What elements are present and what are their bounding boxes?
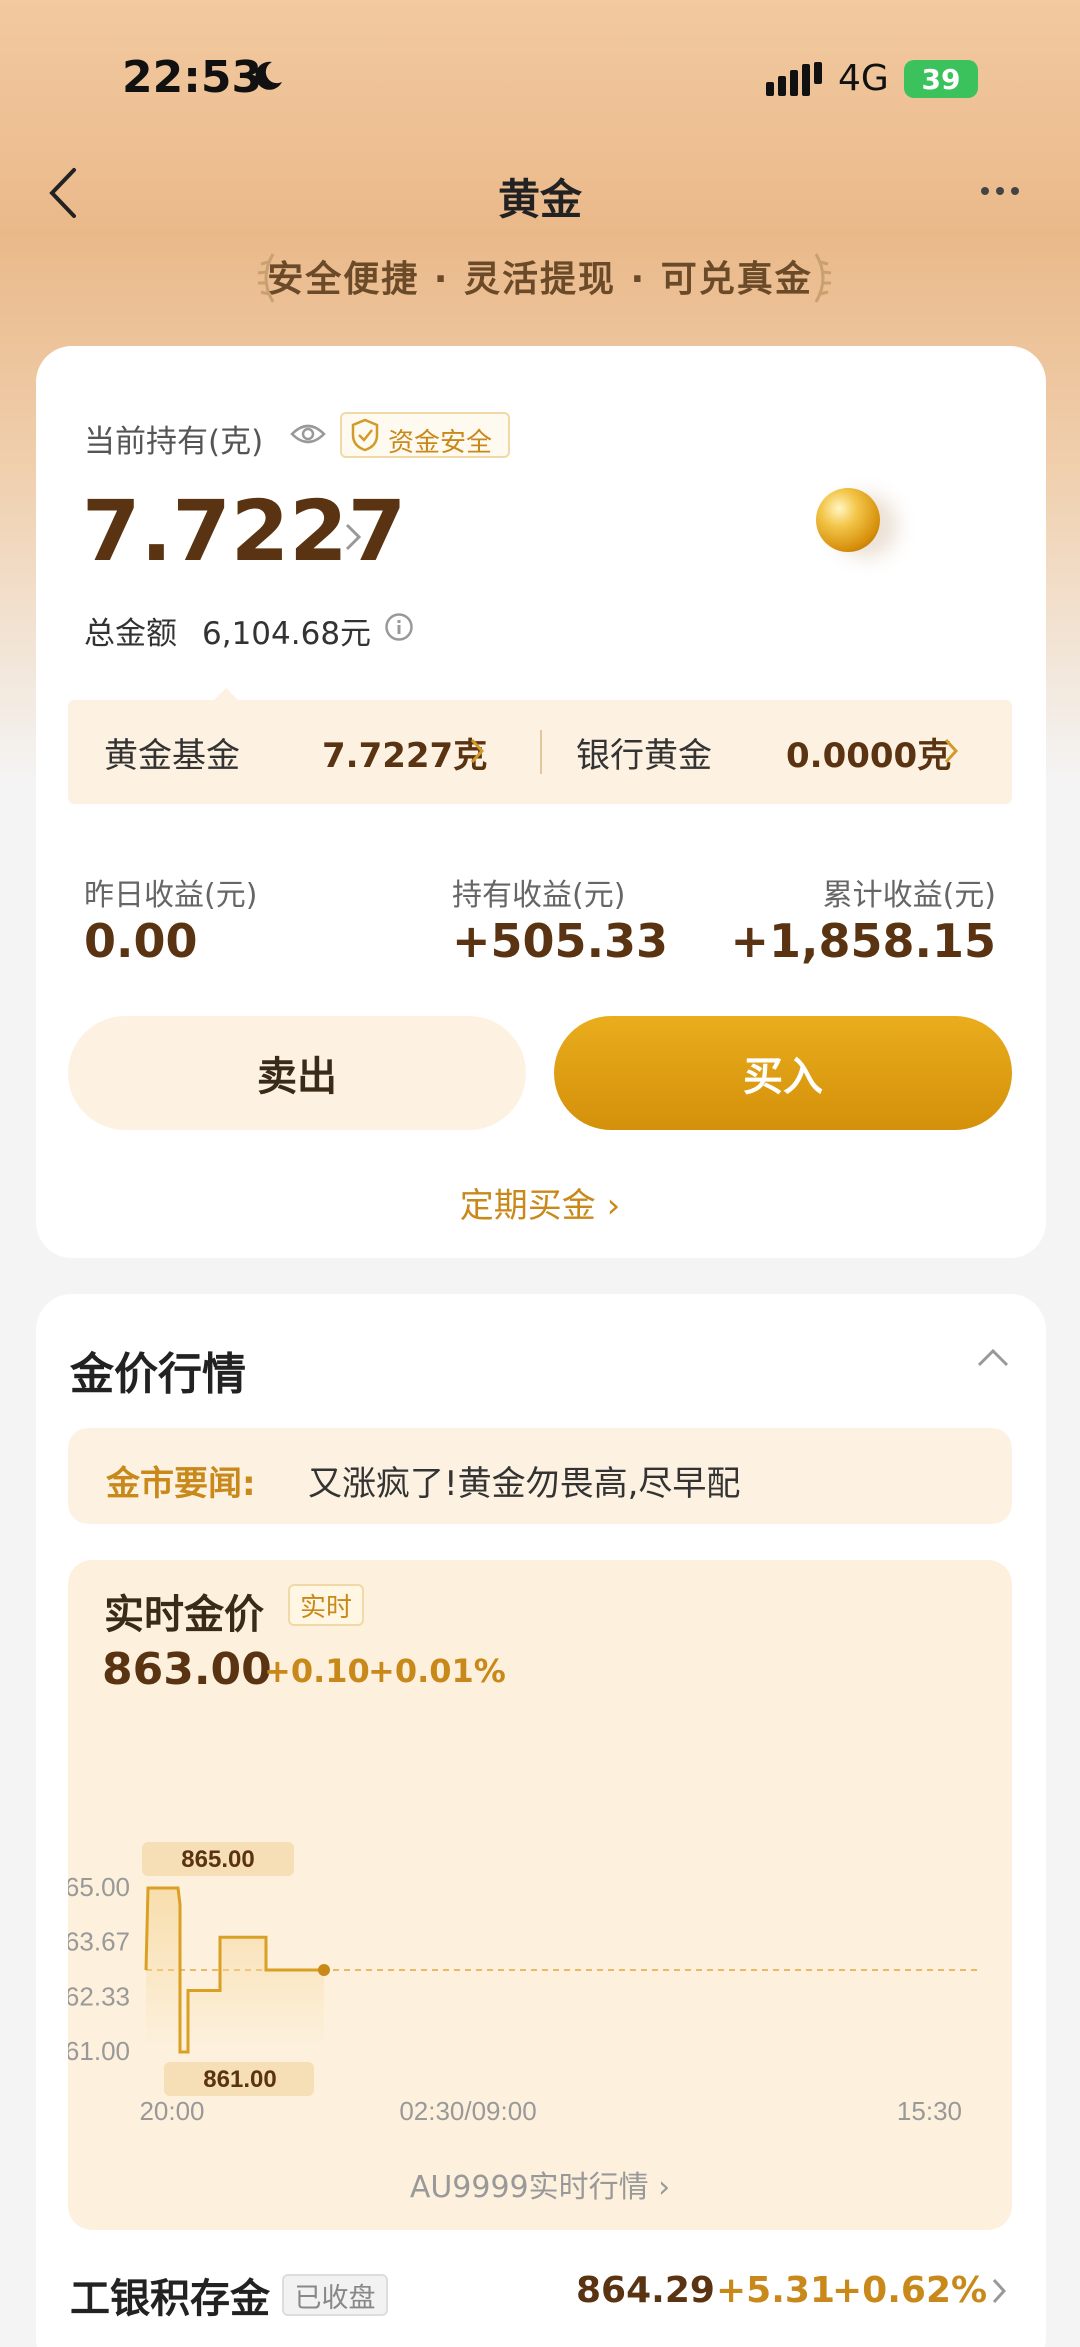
news-label: 金市要闻: xyxy=(106,1464,256,1504)
network-type: 4G xyxy=(838,58,889,99)
battery-icon: 39 xyxy=(904,60,978,98)
holding-label: 当前持有(克) xyxy=(84,424,264,460)
price-chart: 865.00 863.67 862.33 861.00 20:00 02:30/09:00… xyxy=(68,1842,980,2126)
battery-level: 39 xyxy=(921,62,961,96)
y-tick-label: 862.33 xyxy=(68,1981,130,2011)
chevron-right-icon[interactable] xyxy=(344,522,362,552)
laurel-right-icon xyxy=(814,253,832,303)
slogan: 安全便捷 · 灵活提现 · 可兑真金 xyxy=(267,259,813,300)
realtime-badge: 实时 xyxy=(288,1584,364,1626)
realtime-change: +0.10 xyxy=(264,1652,370,1690)
cumulative-income-value: +1,858.15 xyxy=(730,914,996,968)
chevron-right-icon[interactable] xyxy=(470,738,484,764)
icbc-gold-title[interactable]: 工银积存金 xyxy=(70,2266,270,2324)
au9999-link[interactable]: AU9999实时行情 › xyxy=(0,2162,1080,2206)
yesterday-income-value: 0.00 xyxy=(84,914,198,968)
x-tick-label: 15:30 xyxy=(897,2096,962,2126)
moon-icon xyxy=(255,61,282,90)
total-amount-value: 6,104.68元 xyxy=(202,616,372,652)
realtime-title: 实时金价 xyxy=(104,1592,264,1638)
shield-icon xyxy=(351,418,379,452)
chevron-up-icon[interactable] xyxy=(976,1348,1010,1368)
icbc-gold-change: +5.31 xyxy=(716,2270,835,2311)
icbc-gold-price: 864.29 xyxy=(576,2270,715,2311)
tab-bank-gold-label[interactable]: 银行黄金 xyxy=(576,728,712,777)
safe-badge-label: 资金安全 xyxy=(388,428,493,458)
y-tick-label: 865.00 xyxy=(68,1872,130,1902)
x-tick-label: 20:00 xyxy=(139,2096,204,2126)
tab-gold-fund-value[interactable]: 7.7227克 xyxy=(322,728,487,777)
more-icon[interactable] xyxy=(980,186,1020,196)
news-text[interactable]: 又涨疯了!黄金勿畏高,尽早配 xyxy=(308,1456,740,1505)
regular-buy-link[interactable]: 定期买金 › xyxy=(0,1178,1080,1227)
realtime-change-pct: +0.01% xyxy=(368,1652,506,1690)
min-label: 861.00 xyxy=(203,2066,276,2093)
total-amount-label: 总金额 xyxy=(84,616,177,652)
chevron-right-icon[interactable] xyxy=(944,738,958,764)
x-tick-label: 02:30/09:00 xyxy=(399,2096,536,2126)
tab-gold-fund-label[interactable]: 黄金基金 xyxy=(104,728,240,777)
realtime-price: 863.00 xyxy=(102,1644,272,1695)
eye-icon[interactable] xyxy=(290,420,326,448)
signal-icon xyxy=(766,62,822,96)
sell-button[interactable]: 卖出 xyxy=(68,1016,526,1130)
yesterday-income-label: 昨日收益(元) xyxy=(84,878,258,913)
cumulative-income-label: 累计收益(元) xyxy=(822,878,996,913)
market-title: 金价行情 xyxy=(70,1349,246,1400)
page-title: 黄金 xyxy=(497,175,582,224)
y-tick-label: 863.67 xyxy=(68,1927,130,1957)
holding-income-label: 持有收益(元) xyxy=(452,878,626,913)
y-tick-label: 861.00 xyxy=(68,2036,130,2066)
chevron-right-icon[interactable] xyxy=(992,2278,1006,2304)
buy-button[interactable]: 买入 xyxy=(554,1016,1012,1130)
holding-income-value: +505.33 xyxy=(452,914,669,968)
gold-ball-icon xyxy=(816,488,880,552)
tab-divider xyxy=(540,730,542,774)
max-label: 865.00 xyxy=(181,1846,254,1873)
icbc-gold-change-pct: +0.62% xyxy=(832,2270,988,2311)
tab-bank-gold-value[interactable]: 0.0000克 xyxy=(786,728,951,777)
closed-badge: 已收盘 xyxy=(282,2274,388,2316)
current-point xyxy=(318,1964,330,1976)
info-icon[interactable] xyxy=(384,612,414,642)
status-time: 22:53 xyxy=(122,52,263,103)
